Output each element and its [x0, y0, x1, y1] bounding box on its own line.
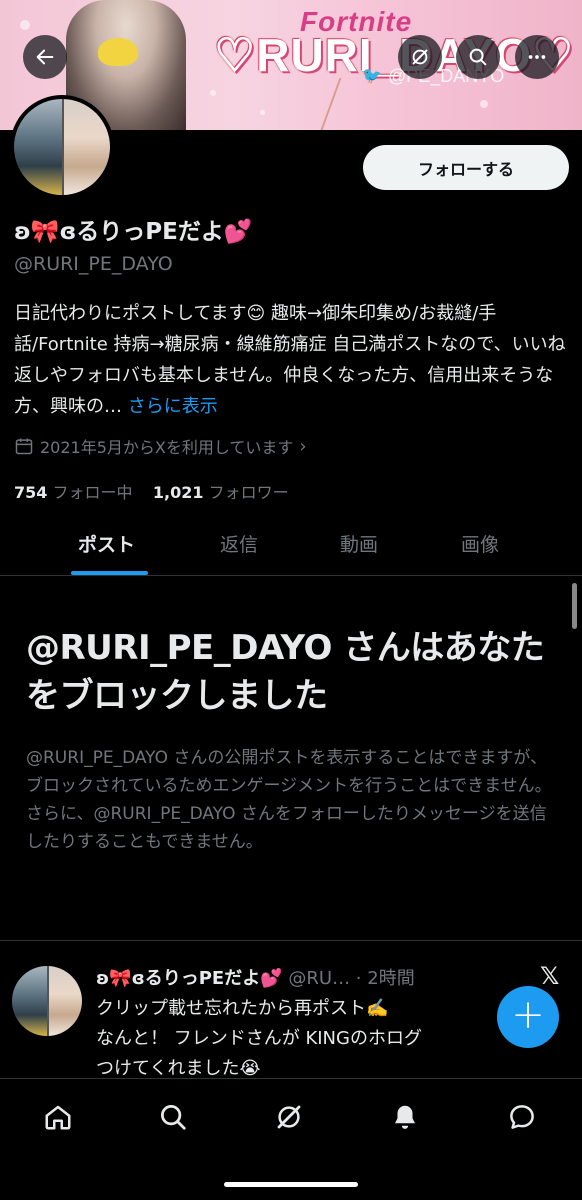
back-arrow-icon: [36, 49, 54, 65]
tab-videos[interactable]: 動画: [340, 530, 378, 557]
nav-notifications[interactable]: [387, 1099, 423, 1135]
post-handle-time: @RU… · 2時間: [288, 968, 415, 989]
grok-icon: [412, 49, 428, 65]
plus-icon: +: [511, 992, 545, 1038]
more-button[interactable]: [515, 35, 559, 79]
bio: 日記代わりにポストしてます😊 趣味→御朱印集め/お裁縫/手話/Fortnite …: [14, 298, 570, 422]
notifications-icon: [395, 1105, 415, 1129]
post-header: ʚ🎀ɞるりっPEだよ💕 @RU… · 2時間: [96, 964, 415, 990]
bio-show-more-link[interactable]: さらに表示: [128, 396, 218, 417]
active-tab-indicator: [71, 571, 148, 575]
divider: [0, 940, 582, 941]
chevron-right-icon: ›: [299, 435, 307, 457]
x-logo-icon: 𝕏: [540, 962, 560, 990]
post-avatar[interactable]: [12, 966, 82, 1036]
nav-messages[interactable]: [504, 1099, 540, 1135]
home-indicator[interactable]: [224, 1182, 358, 1187]
profile-avatar[interactable]: [10, 95, 114, 199]
nav-search[interactable]: [155, 1099, 191, 1135]
post-author-name[interactable]: ʚ🎀ɞるりっPEだよ💕: [96, 968, 283, 989]
more-icon: [528, 55, 546, 59]
nav-home[interactable]: [40, 1099, 76, 1135]
display-name: ʚ🎀ɞるりっPEだよ💕: [14, 219, 253, 245]
post-text[interactable]: クリップ載せ忘れたから再ポスト✍️ なんと！ フレンドさんが KINGのホログ …: [96, 994, 516, 1084]
tab-replies[interactable]: 返信: [220, 530, 258, 557]
follow-counts: 754 フォロー中 1,021 フォロワー: [14, 479, 289, 503]
home-icon: [45, 1105, 71, 1130]
avatar-left-half: [14, 99, 62, 195]
profile-tabs: ポスト 返信 動画 画像: [0, 520, 582, 576]
messages-icon: [510, 1105, 534, 1129]
joined-text: 2021年5月からXを利用しています: [40, 438, 294, 457]
bio-text: 日記代わりにポストしてます😊 趣味→御朱印集め/お裁縫/手話/Fortnite …: [14, 303, 566, 417]
tab-images[interactable]: 画像: [461, 530, 499, 557]
joined-date[interactable]: 2021年5月からXを利用しています ›: [14, 434, 307, 458]
search-button[interactable]: [456, 35, 500, 79]
search-icon: [469, 48, 487, 66]
followers-link[interactable]: 1,021 フォロワー: [153, 483, 289, 502]
blocked-title: @RURI_PE_DAYO さんはあなたをブロックしました: [26, 628, 545, 716]
back-button[interactable]: [23, 35, 67, 79]
banner-arrow-decoration: [320, 78, 380, 130]
search-icon: [161, 1105, 186, 1130]
blocked-description: @RURI_PE_DAYO さんの公開ポストを表示することはできますが、ブロック…: [26, 748, 552, 852]
username: @RURI_PE_DAYO: [14, 253, 173, 275]
compose-button[interactable]: +: [497, 986, 559, 1048]
following-link[interactable]: 754 フォロー中: [14, 483, 133, 502]
tab-posts[interactable]: ポスト: [78, 530, 135, 557]
calendar-icon: [15, 438, 33, 455]
scrollbar[interactable]: [572, 583, 577, 629]
follow-button[interactable]: フォローする: [363, 145, 569, 190]
nav-grok[interactable]: [271, 1099, 307, 1135]
grok-icon: [277, 1105, 301, 1129]
banner-heart-hands: [98, 38, 138, 66]
grok-button[interactable]: [398, 35, 442, 79]
